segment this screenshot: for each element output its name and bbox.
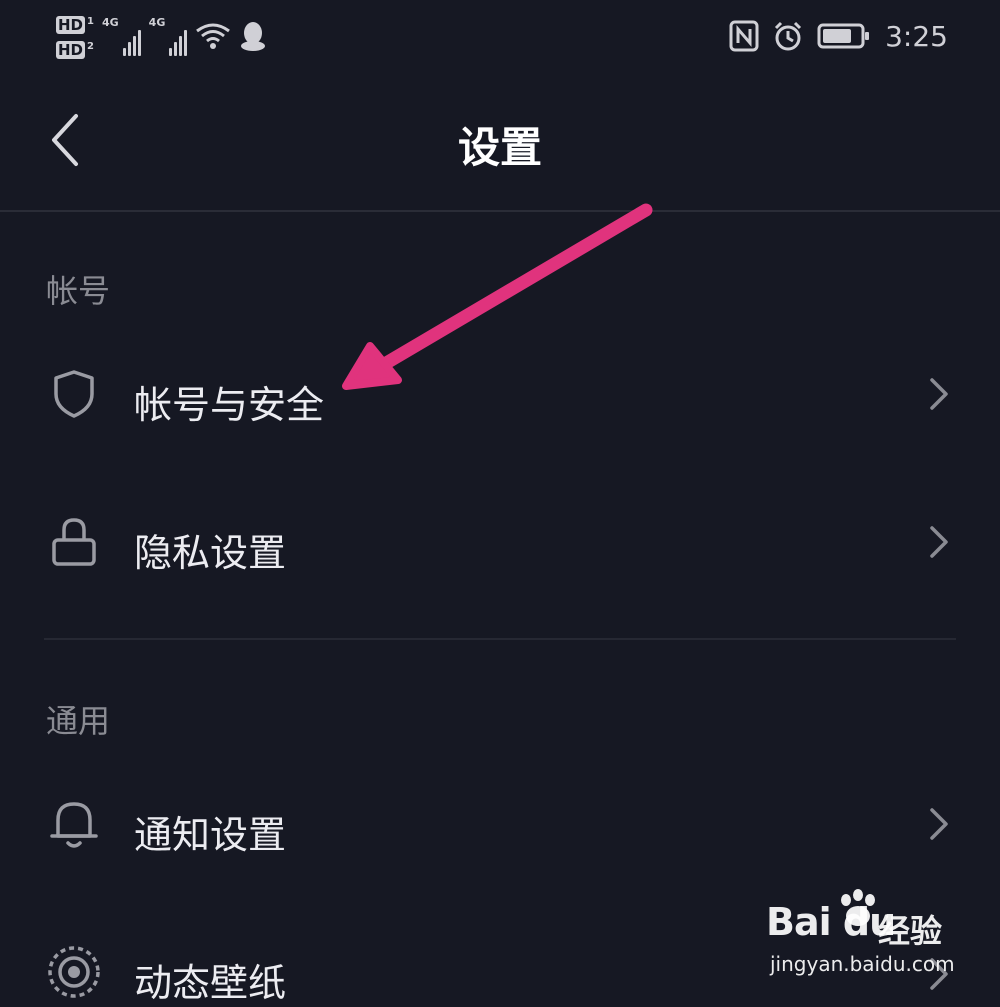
clock: 3:25 xyxy=(885,19,948,53)
status-bar-left: HD 1 HD 2 4G 4G xyxy=(56,8,267,64)
sim2-indicator: HD 2 xyxy=(56,41,94,59)
nav-bar: 设置 xyxy=(0,72,1000,210)
nav-divider xyxy=(0,210,1000,212)
settings-item-label: 帐号与安全 xyxy=(134,383,325,427)
settings-item-label: 动态壁纸 xyxy=(134,961,287,1005)
live-wallpaper-icon xyxy=(48,946,100,998)
status-bar-right: 3:25 xyxy=(729,14,948,58)
sim1-indicator: HD 1 xyxy=(56,16,94,34)
baidu-watermark: Bai du 经验 jingyan.baidu.com xyxy=(766,888,976,984)
chevron-right-icon xyxy=(930,808,948,840)
chevron-right-icon xyxy=(930,378,948,410)
watermark-url: jingyan.baidu.com xyxy=(770,952,955,976)
section-divider xyxy=(44,638,956,640)
settings-item-notifications[interactable]: 通知设置 xyxy=(0,762,1000,882)
nfc-icon xyxy=(729,20,759,52)
watermark-brand: Bai du xyxy=(766,900,896,944)
signal2-icon: 4G xyxy=(149,16,188,56)
lock-icon xyxy=(52,518,96,566)
shield-icon xyxy=(54,370,94,418)
battery-icon xyxy=(817,23,870,49)
watermark-suffix: 经验 xyxy=(878,912,943,950)
settings-item-account-security[interactable]: 帐号与安全 xyxy=(0,334,1000,454)
page-title: 设置 xyxy=(457,123,542,172)
sim-indicators: HD 1 HD 2 xyxy=(56,14,94,59)
wifi-icon xyxy=(196,23,231,49)
signal1-icon: 4G xyxy=(102,16,141,56)
section-header-general: 通用 xyxy=(46,702,111,740)
status-bar: HD 1 HD 2 4G 4G 3:25 xyxy=(0,0,1000,72)
settings-item-label: 隐私设置 xyxy=(134,531,287,575)
alarm-icon xyxy=(775,21,802,51)
section-header-account: 帐号 xyxy=(46,272,111,310)
chevron-right-icon xyxy=(930,526,948,558)
settings-item-label: 通知设置 xyxy=(134,813,287,857)
settings-item-privacy[interactable]: 隐私设置 xyxy=(0,482,1000,602)
qq-icon xyxy=(241,22,266,51)
bell-icon xyxy=(50,802,98,848)
